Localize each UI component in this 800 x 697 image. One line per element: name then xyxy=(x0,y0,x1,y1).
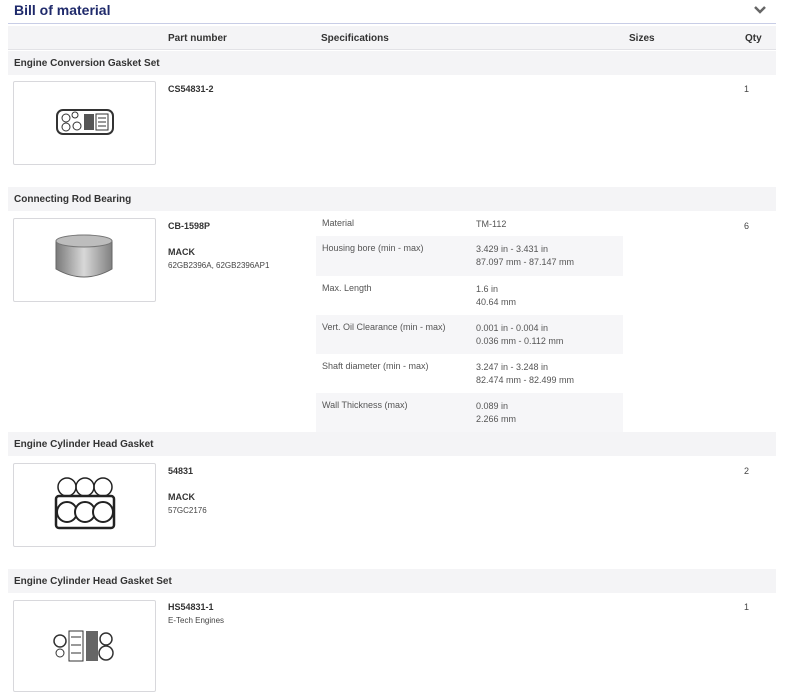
col-specifications: Specifications xyxy=(321,33,389,44)
spec-value: 3.247 in - 3.248 in xyxy=(476,362,549,372)
spec-value: 0.036 mm - 0.112 mm xyxy=(476,336,564,346)
col-part-number: Part number xyxy=(168,33,227,44)
spec-label: Max. Length xyxy=(322,283,372,293)
spec-value: 2.266 mm xyxy=(476,414,517,424)
spec-label: Shaft diameter (min - max) xyxy=(322,361,429,371)
spec-value: TM-112 xyxy=(476,219,507,229)
spec-label: Vert. Oil Clearance (min - max) xyxy=(322,322,446,332)
part-number-link[interactable]: CB-1598P xyxy=(168,221,210,231)
head-gasket-set-icon xyxy=(53,630,114,662)
qty-value: 2 xyxy=(744,466,750,476)
spec-value: 1.6 in xyxy=(476,284,499,294)
qty-value: 1 xyxy=(744,84,750,94)
qty-value: 1 xyxy=(744,602,750,612)
col-sizes: Sizes xyxy=(629,33,655,44)
column-headers: Part number Specifications Sizes Qty xyxy=(8,26,776,50)
spec-row: Wall Thickness (max) 0.089 in 2.266 mm xyxy=(316,393,623,433)
section-title: Connecting Rod Bearing xyxy=(8,187,776,211)
spec-value: 82.474 mm - 82.499 mm xyxy=(476,375,575,385)
spec-value: 0.089 in xyxy=(476,401,509,411)
part-number-link[interactable]: HS54831-1 xyxy=(168,602,214,612)
part-number-link[interactable]: 54831 xyxy=(168,466,193,476)
spec-label: Housing bore (min - max) xyxy=(322,243,424,253)
spec-row: Max. Length 1.6 in 40.64 mm xyxy=(316,276,623,315)
spec-row: Housing bore (min - max) 3.429 in - 3.43… xyxy=(316,236,623,276)
spec-row: Vert. Oil Clearance (min - max) 0.001 in… xyxy=(316,315,623,354)
spec-label: Material xyxy=(322,218,355,228)
spec-label: Wall Thickness (max) xyxy=(322,400,408,410)
qty-value: 6 xyxy=(744,221,750,231)
chevron-down-icon[interactable] xyxy=(752,2,768,18)
make-label: MACK xyxy=(168,247,195,257)
bearing-icon xyxy=(55,234,113,278)
bom-title: Bill of material xyxy=(14,2,111,18)
col-qty: Qty xyxy=(745,33,762,44)
make-label: MACK xyxy=(168,492,195,502)
spec-row: Shaft diameter (min - max) 3.247 in - 3.… xyxy=(316,354,623,393)
bom-header: Bill of material xyxy=(8,0,776,24)
gasket-set-thumbnail[interactable] xyxy=(13,81,156,165)
gasket-set-icon xyxy=(56,109,114,135)
section-title: Engine Conversion Gasket Set xyxy=(8,51,776,75)
head-gasket-icon xyxy=(54,477,116,530)
bearing-thumbnail[interactable] xyxy=(13,218,156,302)
head-gasket-thumbnail[interactable] xyxy=(13,463,156,547)
part-description: E-Tech Engines xyxy=(168,616,225,625)
spec-value: 40.64 mm xyxy=(476,297,517,307)
part-number-link[interactable]: CS54831-2 xyxy=(168,84,214,94)
spec-value: 87.097 mm - 87.147 mm xyxy=(476,257,575,267)
section-title: Engine Cylinder Head Gasket Set xyxy=(8,569,776,593)
section-title: Engine Cylinder Head Gasket xyxy=(8,432,776,456)
make-codes: 62GB2396A, 62GB2396AP1 xyxy=(168,261,270,270)
spec-value: 3.429 in - 3.431 in xyxy=(476,244,549,254)
spec-value: 0.001 in - 0.004 in xyxy=(476,323,549,333)
make-codes: 57GC2176 xyxy=(168,506,207,515)
head-gasket-set-thumbnail[interactable] xyxy=(13,600,156,692)
